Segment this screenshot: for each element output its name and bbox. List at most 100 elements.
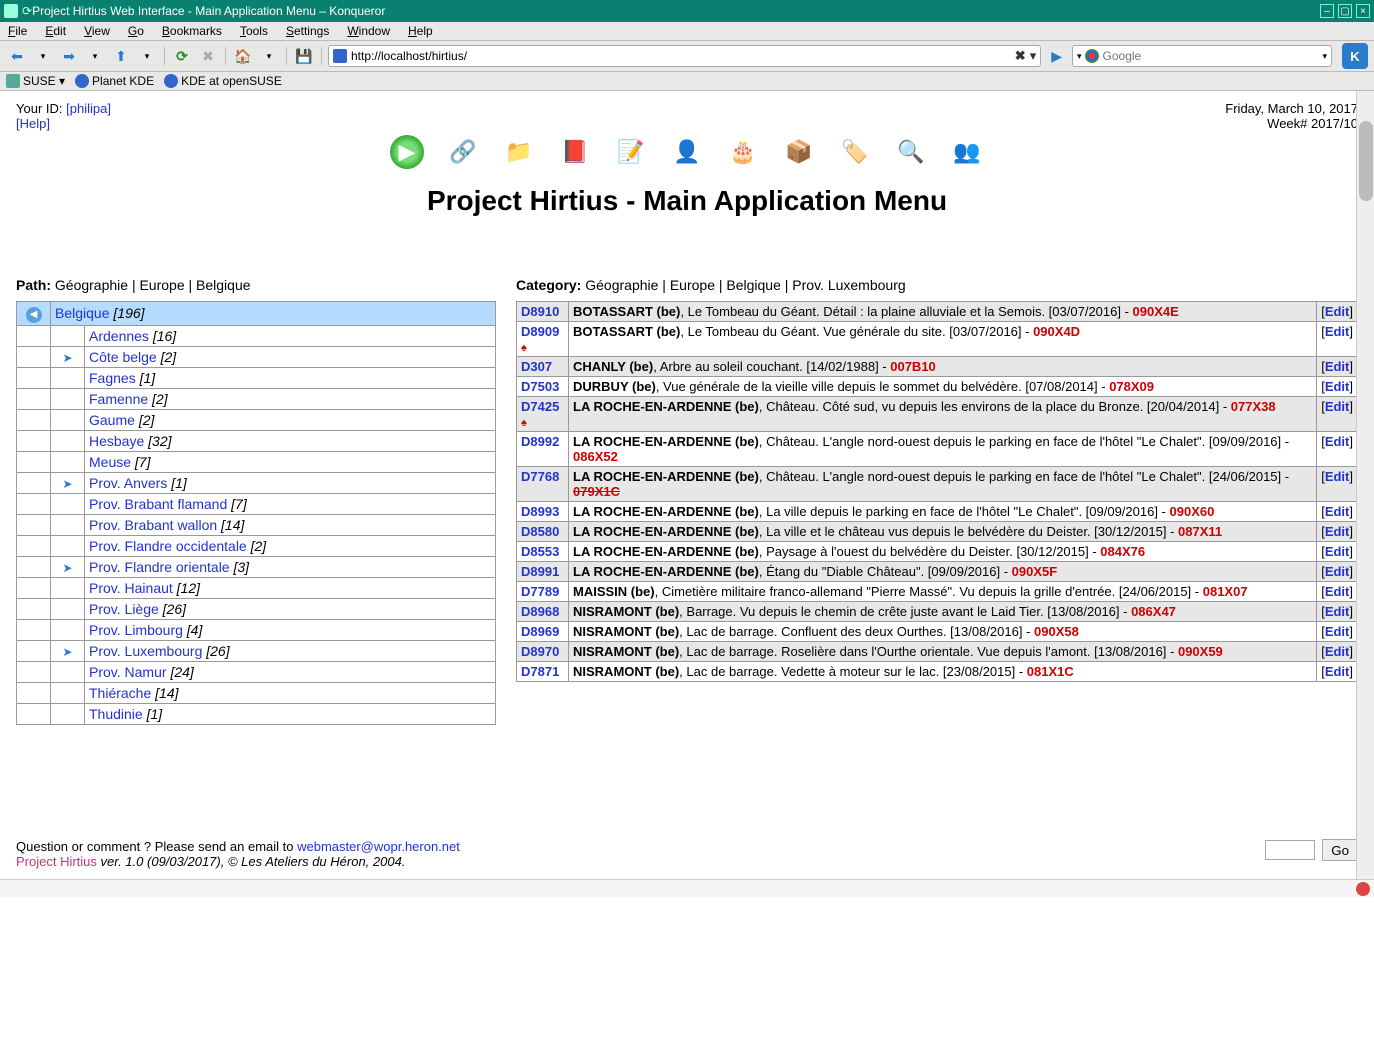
back-dropdown[interactable]: ▾: [32, 45, 54, 67]
menu-help[interactable]: Help: [408, 24, 433, 38]
search-bar[interactable]: ▾ ▾: [1072, 45, 1332, 67]
category-link[interactable]: Hesbaye: [89, 433, 144, 449]
category-link[interactable]: Meuse: [89, 454, 131, 470]
menu-bookmarks[interactable]: Bookmarks: [162, 24, 222, 38]
category-row[interactable]: Prov. Flandre occidentale [2]: [17, 535, 496, 556]
forward-dropdown[interactable]: ▾: [84, 45, 106, 67]
goto-input[interactable]: [1265, 840, 1315, 860]
save-button[interactable]: 💾: [293, 45, 315, 67]
play-icon[interactable]: ▶: [390, 135, 424, 169]
doc-id-link[interactable]: D8992: [521, 434, 559, 449]
category-row[interactable]: Hesbaye [32]: [17, 430, 496, 451]
up-dropdown[interactable]: ▾: [136, 45, 158, 67]
search-icon[interactable]: 🔍: [894, 135, 928, 169]
category-link[interactable]: Côte belge: [89, 349, 157, 365]
bookmark-kde-opensuse[interactable]: KDE at openSUSE: [164, 74, 282, 88]
doc-id-link[interactable]: D8969: [521, 624, 559, 639]
close-button[interactable]: ×: [1356, 4, 1370, 18]
category-link[interactable]: Prov. Flandre occidentale: [89, 538, 247, 554]
doc-id-link[interactable]: D8580: [521, 524, 559, 539]
category-row[interactable]: Famenne [2]: [17, 388, 496, 409]
category-row-root[interactable]: ◀ Belgique [196]: [17, 302, 496, 326]
menu-edit[interactable]: Edit: [45, 24, 66, 38]
category-link[interactable]: Prov. Liège: [89, 601, 159, 617]
edit-link[interactable]: Edit: [1325, 624, 1350, 639]
category-link[interactable]: Prov. Namur: [89, 664, 167, 680]
edit-link[interactable]: Edit: [1325, 324, 1350, 339]
search-dropdown[interactable]: ▾: [1322, 51, 1327, 62]
menu-tools[interactable]: Tools: [240, 24, 268, 38]
edit-link[interactable]: Edit: [1325, 644, 1350, 659]
expand-icon[interactable]: ➤: [62, 645, 72, 659]
maximize-button[interactable]: ▢: [1338, 4, 1352, 18]
expand-icon[interactable]: ➤: [62, 561, 72, 575]
cake-icon[interactable]: 🎂: [726, 135, 760, 169]
edit-icon[interactable]: 📝: [614, 135, 648, 169]
category-link[interactable]: Prov. Hainaut: [89, 580, 173, 596]
home-dropdown[interactable]: ▾: [258, 45, 280, 67]
clear-url-button[interactable]: ✖: [1015, 48, 1026, 64]
category-link[interactable]: Thudinie: [89, 706, 143, 722]
doc-id-link[interactable]: D8970: [521, 644, 559, 659]
category-row[interactable]: Thudinie [1]: [17, 703, 496, 724]
book-icon[interactable]: 📕: [558, 135, 592, 169]
up-button[interactable]: ⬆: [110, 45, 132, 67]
doc-id-link[interactable]: D7768: [521, 469, 559, 484]
edit-link[interactable]: Edit: [1325, 434, 1350, 449]
category-link[interactable]: Ardennes: [89, 328, 149, 344]
category-link[interactable]: Prov. Luxembourg: [89, 643, 202, 659]
doc-id-link[interactable]: D8910: [521, 304, 559, 319]
category-row[interactable]: Prov. Hainaut [12]: [17, 577, 496, 598]
help-link[interactable]: Help: [20, 116, 47, 131]
folder-icon[interactable]: 📁: [502, 135, 536, 169]
category-row[interactable]: Prov. Brabant wallon [14]: [17, 514, 496, 535]
back-button[interactable]: ⬅: [6, 45, 28, 67]
url-dropdown[interactable]: ▾: [1030, 48, 1037, 64]
doc-id-link[interactable]: D7503: [521, 379, 559, 394]
menu-file[interactable]: File: [8, 24, 27, 38]
edit-link[interactable]: Edit: [1325, 469, 1350, 484]
category-link[interactable]: Gaume: [89, 412, 135, 428]
doc-id-link[interactable]: D8909: [521, 324, 559, 339]
category-link[interactable]: Prov. Limbourg: [89, 622, 183, 638]
category-link[interactable]: Prov. Flandre orientale: [89, 559, 230, 575]
edit-link[interactable]: Edit: [1325, 604, 1350, 619]
stop-button[interactable]: ✖: [197, 45, 219, 67]
doc-id-link[interactable]: D8991: [521, 564, 559, 579]
project-link[interactable]: Project Hirtius: [16, 854, 97, 869]
tag-icon[interactable]: 🏷️: [838, 135, 872, 169]
reload-button[interactable]: ⟳: [171, 45, 193, 67]
minimize-button[interactable]: –: [1320, 4, 1334, 18]
category-row[interactable]: Ardennes [16]: [17, 325, 496, 346]
edit-link[interactable]: Edit: [1325, 304, 1350, 319]
back-up-icon[interactable]: ◀: [26, 307, 42, 323]
people-icon[interactable]: 👥: [950, 135, 984, 169]
person-icon[interactable]: 👤: [670, 135, 704, 169]
category-row[interactable]: Prov. Liège [26]: [17, 598, 496, 619]
search-engine-dropdown[interactable]: ▾: [1077, 51, 1082, 62]
category-link[interactable]: Prov. Anvers: [89, 475, 167, 491]
url-bar[interactable]: ✖ ▾: [328, 45, 1041, 67]
doc-id-link[interactable]: D7425: [521, 399, 559, 414]
category-row[interactable]: Thiérache [14]: [17, 682, 496, 703]
category-link[interactable]: Famenne: [89, 391, 148, 407]
user-id-link[interactable]: philipa: [70, 101, 108, 116]
doc-id-link[interactable]: D7871: [521, 664, 559, 679]
expand-icon[interactable]: ➤: [62, 477, 72, 491]
category-row[interactable]: Prov. Namur [24]: [17, 661, 496, 682]
category-row[interactable]: ➤Côte belge [2]: [17, 346, 496, 367]
box-icon[interactable]: 📦: [782, 135, 816, 169]
go-button[interactable]: ▶: [1051, 48, 1062, 65]
category-link[interactable]: Prov. Brabant wallon: [89, 517, 217, 533]
edit-link[interactable]: Edit: [1325, 564, 1350, 579]
expand-icon[interactable]: ➤: [62, 351, 72, 365]
category-row[interactable]: ➤Prov. Flandre orientale [3]: [17, 556, 496, 577]
edit-link[interactable]: Edit: [1325, 544, 1350, 559]
search-input[interactable]: [1103, 49, 1323, 63]
doc-id-link[interactable]: D307: [521, 359, 552, 374]
doc-id-link[interactable]: D8553: [521, 544, 559, 559]
url-input[interactable]: [351, 49, 1011, 63]
edit-link[interactable]: Edit: [1325, 584, 1350, 599]
category-row[interactable]: Meuse [7]: [17, 451, 496, 472]
category-row[interactable]: ➤Prov. Luxembourg [26]: [17, 640, 496, 661]
